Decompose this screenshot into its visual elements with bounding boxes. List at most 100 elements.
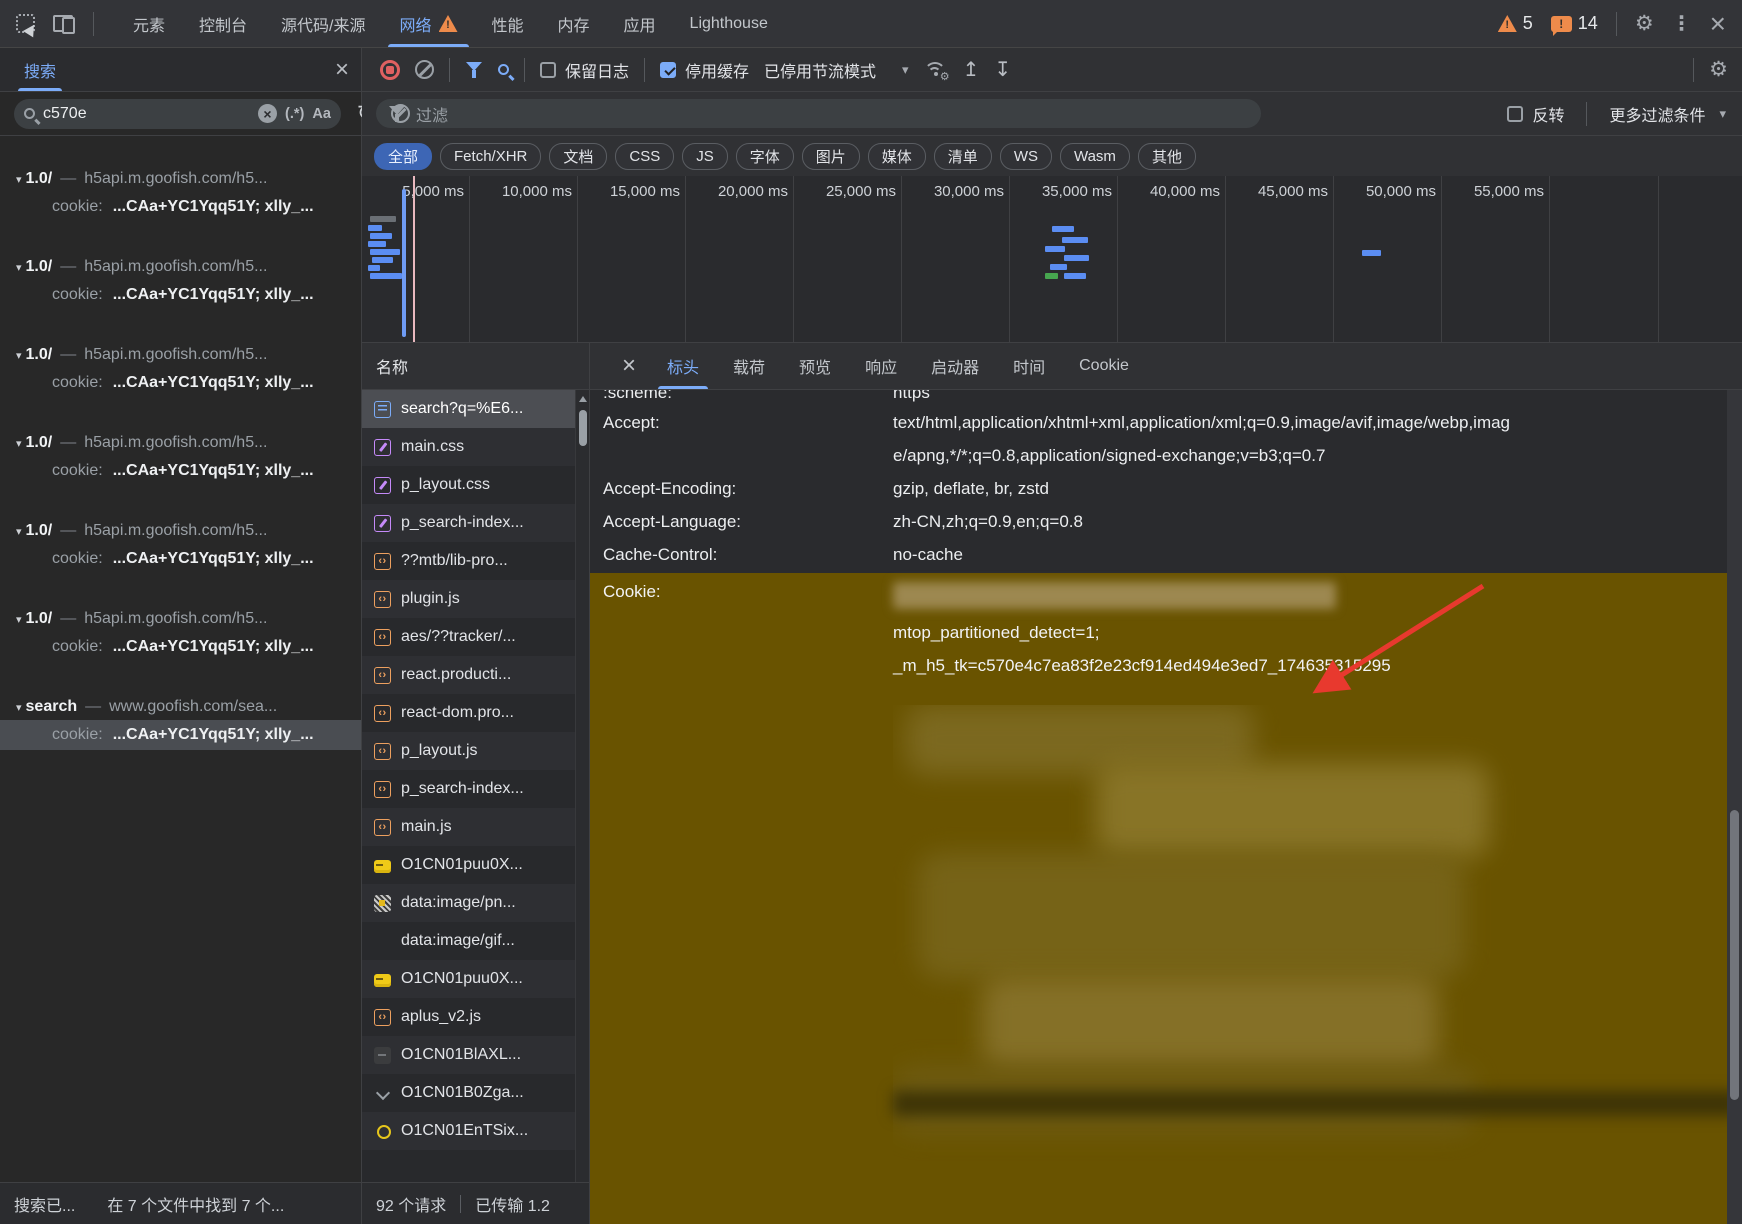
filter-chip[interactable]: CSS: [615, 143, 674, 170]
filter-chip[interactable]: 文档: [549, 143, 607, 170]
preserve-log-checkbox[interactable]: 保留日志: [540, 58, 629, 82]
request-row[interactable]: p_search-index...: [362, 770, 575, 808]
search-input[interactable]: [43, 105, 250, 123]
scrollbar-thumb[interactable]: [579, 410, 587, 446]
devtools-window: 元素 ! 控制台 ! 源代码/来源 ! 网络 ! 性能 ! 内存 !: [0, 0, 1742, 1224]
devtools-tab[interactable]: 源代码/来源 !: [264, 0, 382, 47]
search-result-file-row[interactable]: ▾ 1.0/ — h5api.m.goofish.com/h5...: [0, 166, 361, 192]
details-tab[interactable]: 标头: [650, 343, 716, 389]
more-menu-icon[interactable]: ⋮: [1672, 14, 1692, 34]
search-result-match-row[interactable]: cookie: ...CAa+YC1Yqq51Y; xlly_...: [0, 456, 361, 486]
request-row[interactable]: react.producti...: [362, 656, 575, 694]
search-result-match-row[interactable]: cookie: ...CAa+YC1Yqq51Y; xlly_...: [0, 720, 361, 750]
request-list-scrollbar[interactable]: [575, 390, 589, 1182]
devtools-tab[interactable]: 内存 !: [541, 0, 607, 47]
search-result-file-row[interactable]: ▾ 1.0/ — h5api.m.goofish.com/h5...: [0, 430, 361, 456]
clear-search-icon[interactable]: ×: [258, 104, 277, 123]
search-result-file-row[interactable]: ▾ 1.0/ — h5api.m.goofish.com/h5...: [0, 518, 361, 544]
details-tab[interactable]: 启动器: [914, 343, 996, 389]
details-tab[interactable]: 响应: [848, 343, 914, 389]
devtools-tab[interactable]: 控制台 !: [182, 0, 264, 47]
request-row[interactable]: p_layout.js: [362, 732, 575, 770]
console-errors-badge[interactable]: ! 5: [1498, 13, 1533, 34]
request-row[interactable]: O1CN01puu0X...: [362, 960, 575, 998]
filter-chip[interactable]: JS: [682, 143, 728, 170]
filter-chip[interactable]: 清单: [934, 143, 992, 170]
disable-cache-checkbox[interactable]: 停用缓存: [660, 58, 749, 82]
filter-chip[interactable]: Fetch/XHR: [440, 143, 541, 170]
search-result-file-row[interactable]: ▾ 1.0/ — h5api.m.goofish.com/h5...: [0, 254, 361, 280]
network-overview-timeline[interactable]: 5,000 ms10,000 ms15,000 ms20,000 ms25,00…: [362, 176, 1742, 343]
details-tab[interactable]: Cookie: [1062, 343, 1146, 389]
details-tab[interactable]: 预览: [782, 343, 848, 389]
request-row[interactable]: O1CN01EnTSix...: [362, 1112, 575, 1150]
clear-network-log-button[interactable]: [415, 60, 434, 79]
filter-chip[interactable]: 其他: [1138, 143, 1196, 170]
request-row[interactable]: data:image/gif...: [362, 922, 575, 960]
filter-chip[interactable]: 媒体: [868, 143, 926, 170]
close-search-panel-icon[interactable]: ×: [335, 56, 349, 84]
scrollbar-thumb[interactable]: [1730, 810, 1739, 1100]
name-column-header[interactable]: 名称: [362, 343, 589, 390]
request-row[interactable]: main.css: [362, 428, 575, 466]
filter-chip[interactable]: Wasm: [1060, 143, 1130, 170]
record-network-log-button[interactable]: [380, 60, 400, 80]
filter-chip[interactable]: WS: [1000, 143, 1052, 170]
chevron-down-icon: ▾: [902, 62, 909, 78]
settings-gear-icon[interactable]: ⚙: [1635, 13, 1654, 34]
network-conditions-icon[interactable]: ⚙: [924, 60, 948, 80]
details-tab[interactable]: 载荷: [716, 343, 782, 389]
invert-filter-checkbox[interactable]: 反转: [1507, 102, 1564, 126]
request-row[interactable]: aplus_v2.js: [362, 998, 575, 1036]
devtools-tab[interactable]: 元素 !: [116, 0, 182, 47]
inspect-element-icon[interactable]: [16, 14, 35, 33]
more-filters-dropdown[interactable]: 更多过滤条件 ▾: [1609, 102, 1726, 126]
regex-toggle-button[interactable]: (.*): [285, 106, 304, 122]
search-result-match-row[interactable]: cookie: ...CAa+YC1Yqq51Y; xlly_...: [0, 280, 361, 310]
search-result-file-row[interactable]: ▾ 1.0/ — h5api.m.goofish.com/h5...: [0, 342, 361, 368]
request-row[interactable]: O1CN01puu0X...: [362, 846, 575, 884]
devtools-tab[interactable]: 应用 !: [607, 0, 673, 47]
throttling-select[interactable]: 已停用节流模式 ▾: [764, 58, 909, 82]
request-row[interactable]: p_layout.css: [362, 466, 575, 504]
search-network-icon[interactable]: [498, 64, 509, 75]
request-row[interactable]: data:image/pn...: [362, 884, 575, 922]
filter-chip[interactable]: 图片: [802, 143, 860, 170]
details-scrollbar[interactable]: [1727, 390, 1742, 1224]
search-result-file-row[interactable]: ▾ search — www.goofish.com/sea...: [0, 694, 361, 720]
request-row[interactable]: O1CN01BlAXL...: [362, 1036, 575, 1074]
checkbox-unchecked: [1507, 106, 1523, 122]
search-input-pill[interactable]: × (.*) Aa: [14, 99, 341, 129]
issues-badge[interactable]: ! 14: [1551, 13, 1598, 34]
details-tab[interactable]: 时间: [996, 343, 1062, 389]
export-har-icon[interactable]: ↧: [994, 60, 1011, 80]
close-devtools-icon[interactable]: ×: [1710, 10, 1726, 38]
filter-chip[interactable]: 全部: [374, 143, 432, 170]
request-row[interactable]: O1CN01B0Zga...: [362, 1074, 575, 1112]
search-result-match-row[interactable]: cookie: ...CAa+YC1Yqq51Y; xlly_...: [0, 368, 361, 398]
request-row[interactable]: plugin.js: [362, 580, 575, 618]
search-result-match-row[interactable]: cookie: ...CAa+YC1Yqq51Y; xlly_...: [0, 544, 361, 574]
request-row[interactable]: ??mtb/lib-pro...: [362, 542, 575, 580]
devtools-tab[interactable]: 网络 !: [382, 0, 474, 47]
request-row[interactable]: p_search-index...: [362, 504, 575, 542]
devtools-tab[interactable]: 性能 !: [475, 0, 541, 47]
filter-input[interactable]: 过滤: [376, 99, 1261, 128]
request-row[interactable]: react-dom.pro...: [362, 694, 575, 732]
search-result-match-row[interactable]: cookie: ...CAa+YC1Yqq51Y; xlly_...: [0, 192, 361, 222]
search-panel-tab[interactable]: 搜索: [20, 48, 60, 91]
devtools-tab[interactable]: Lighthouse !: [673, 0, 785, 47]
filter-icon[interactable]: [465, 61, 483, 79]
close-details-icon[interactable]: ×: [608, 343, 650, 389]
toggle-device-toolbar-icon[interactable]: [53, 14, 75, 34]
search-result-match-row[interactable]: cookie: ...CAa+YC1Yqq51Y; xlly_...: [0, 632, 361, 662]
request-row[interactable]: aes/??tracker/...: [362, 618, 575, 656]
chip-label: 媒体: [882, 146, 912, 167]
filter-chip[interactable]: 字体: [736, 143, 794, 170]
request-row[interactable]: search?q=%E6...: [362, 390, 575, 428]
request-row[interactable]: main.js: [362, 808, 575, 846]
match-case-toggle-button[interactable]: Aa: [312, 106, 331, 122]
import-har-icon[interactable]: ↥: [963, 60, 980, 80]
search-result-file-row[interactable]: ▾ 1.0/ — h5api.m.goofish.com/h5...: [0, 606, 361, 632]
network-settings-gear-icon[interactable]: ⚙: [1709, 59, 1728, 80]
